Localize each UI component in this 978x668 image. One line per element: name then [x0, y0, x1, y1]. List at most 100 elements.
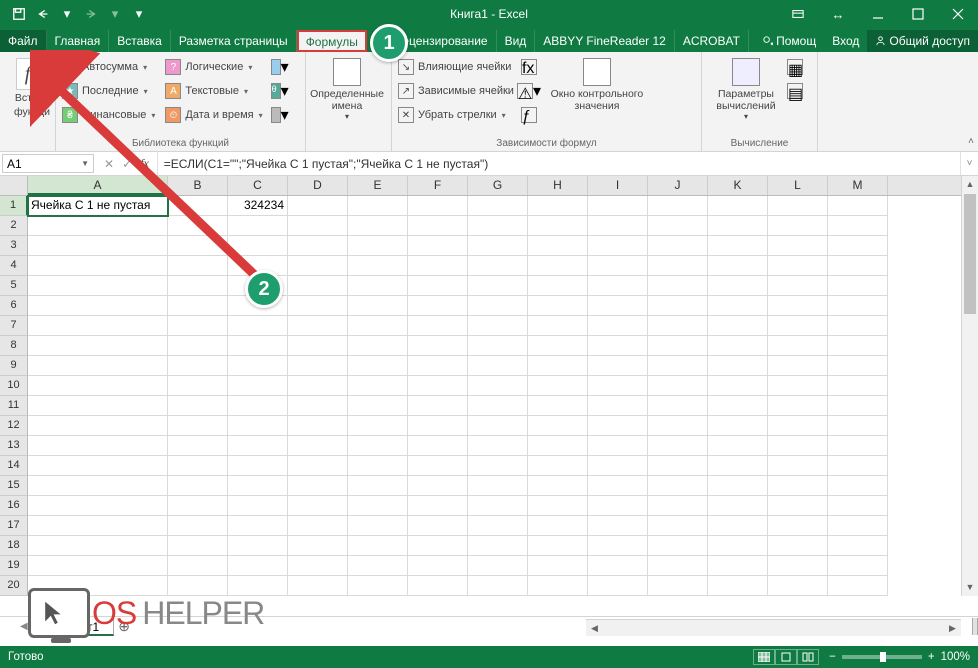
cell-M5[interactable]: [828, 276, 888, 296]
cell-A3[interactable]: [28, 236, 168, 256]
cell-B9[interactable]: [168, 356, 228, 376]
cell-A7[interactable]: [28, 316, 168, 336]
cell-E11[interactable]: [348, 396, 408, 416]
cell-L6[interactable]: [768, 296, 828, 316]
cell-B14[interactable]: [168, 456, 228, 476]
row-header-1[interactable]: 1: [0, 196, 28, 216]
insert-function-button[interactable]: fx Встави функци: [4, 54, 60, 118]
cell-L1[interactable]: [768, 196, 828, 216]
cell-E5[interactable]: [348, 276, 408, 296]
financial-button[interactable]: ₴Финансовые▾: [60, 104, 157, 126]
cell-C2[interactable]: [228, 216, 288, 236]
view-page-icon[interactable]: [775, 649, 797, 665]
watch-window[interactable]: Окно контрольного значения: [542, 54, 652, 126]
cell-K13[interactable]: [708, 436, 768, 456]
row-header-13[interactable]: 13: [0, 436, 28, 456]
cell-M17[interactable]: [828, 516, 888, 536]
cell-C19[interactable]: [228, 556, 288, 576]
maximize-button[interactable]: [898, 0, 938, 28]
cell-A11[interactable]: [28, 396, 168, 416]
cell-E1[interactable]: [348, 196, 408, 216]
cell-I6[interactable]: [588, 296, 648, 316]
cell-I3[interactable]: [588, 236, 648, 256]
cell-F16[interactable]: [408, 496, 468, 516]
vertical-scrollbar[interactable]: ▲ ▼: [961, 176, 978, 596]
cell-H12[interactable]: [528, 416, 588, 436]
col-header-A[interactable]: A: [28, 176, 168, 195]
cell-C11[interactable]: [228, 396, 288, 416]
cell-L16[interactable]: [768, 496, 828, 516]
cell-D11[interactable]: [288, 396, 348, 416]
cell-F6[interactable]: [408, 296, 468, 316]
cell-L12[interactable]: [768, 416, 828, 436]
cell-F2[interactable]: [408, 216, 468, 236]
cell-K18[interactable]: [708, 536, 768, 556]
cell-I1[interactable]: [588, 196, 648, 216]
cell-F17[interactable]: [408, 516, 468, 536]
cell-I12[interactable]: [588, 416, 648, 436]
calc-sheet[interactable]: ▤: [786, 80, 804, 102]
cell-E16[interactable]: [348, 496, 408, 516]
sheet-splitter[interactable]: [972, 618, 978, 635]
col-header-H[interactable]: H: [528, 176, 588, 195]
cell-F1[interactable]: [408, 196, 468, 216]
cell-E2[interactable]: [348, 216, 408, 236]
cell-K5[interactable]: [708, 276, 768, 296]
cell-F4[interactable]: [408, 256, 468, 276]
cell-D12[interactable]: [288, 416, 348, 436]
cell-J11[interactable]: [648, 396, 708, 416]
cell-I18[interactable]: [588, 536, 648, 556]
cell-F10[interactable]: [408, 376, 468, 396]
cell-I7[interactable]: [588, 316, 648, 336]
cell-F8[interactable]: [408, 336, 468, 356]
cell-J14[interactable]: [648, 456, 708, 476]
cell-B16[interactable]: [168, 496, 228, 516]
cell-I2[interactable]: [588, 216, 648, 236]
cell-I13[interactable]: [588, 436, 648, 456]
cell-A6[interactable]: [28, 296, 168, 316]
tab-view[interactable]: Вид: [497, 30, 536, 52]
cell-L17[interactable]: [768, 516, 828, 536]
cell-C7[interactable]: [228, 316, 288, 336]
cell-L2[interactable]: [768, 216, 828, 236]
cell-C12[interactable]: [228, 416, 288, 436]
row-header-14[interactable]: 14: [0, 456, 28, 476]
cell-F5[interactable]: [408, 276, 468, 296]
cell-K17[interactable]: [708, 516, 768, 536]
col-header-I[interactable]: I: [588, 176, 648, 195]
cell-H13[interactable]: [528, 436, 588, 456]
cell-L15[interactable]: [768, 476, 828, 496]
cell-H19[interactable]: [528, 556, 588, 576]
tab-formulas[interactable]: Формулы: [297, 30, 367, 52]
cell-G11[interactable]: [468, 396, 528, 416]
cell-A13[interactable]: [28, 436, 168, 456]
cell-F13[interactable]: [408, 436, 468, 456]
cell-I16[interactable]: [588, 496, 648, 516]
cell-A2[interactable]: [28, 216, 168, 236]
undo-button[interactable]: [32, 3, 54, 25]
cell-C17[interactable]: [228, 516, 288, 536]
cell-D14[interactable]: [288, 456, 348, 476]
cell-K3[interactable]: [708, 236, 768, 256]
cell-D8[interactable]: [288, 336, 348, 356]
cell-I8[interactable]: [588, 336, 648, 356]
cell-M10[interactable]: [828, 376, 888, 396]
zoom-control[interactable]: − + 100%: [829, 651, 970, 663]
lookup-button[interactable]: ▾: [271, 56, 289, 78]
select-all-corner[interactable]: [0, 176, 28, 195]
cell-L5[interactable]: [768, 276, 828, 296]
cell-D7[interactable]: [288, 316, 348, 336]
cell-F9[interactable]: [408, 356, 468, 376]
sign-in[interactable]: Вход: [824, 30, 867, 52]
zoom-slider[interactable]: [842, 655, 922, 659]
calc-now[interactable]: ▦: [786, 56, 804, 78]
math-button[interactable]: θ▾: [271, 80, 289, 102]
cell-H5[interactable]: [528, 276, 588, 296]
row-header-2[interactable]: 2: [0, 216, 28, 236]
cell-H7[interactable]: [528, 316, 588, 336]
cell-D9[interactable]: [288, 356, 348, 376]
cell-G9[interactable]: [468, 356, 528, 376]
cell-I10[interactable]: [588, 376, 648, 396]
cell-G7[interactable]: [468, 316, 528, 336]
cell-C1[interactable]: 324234: [228, 196, 288, 216]
